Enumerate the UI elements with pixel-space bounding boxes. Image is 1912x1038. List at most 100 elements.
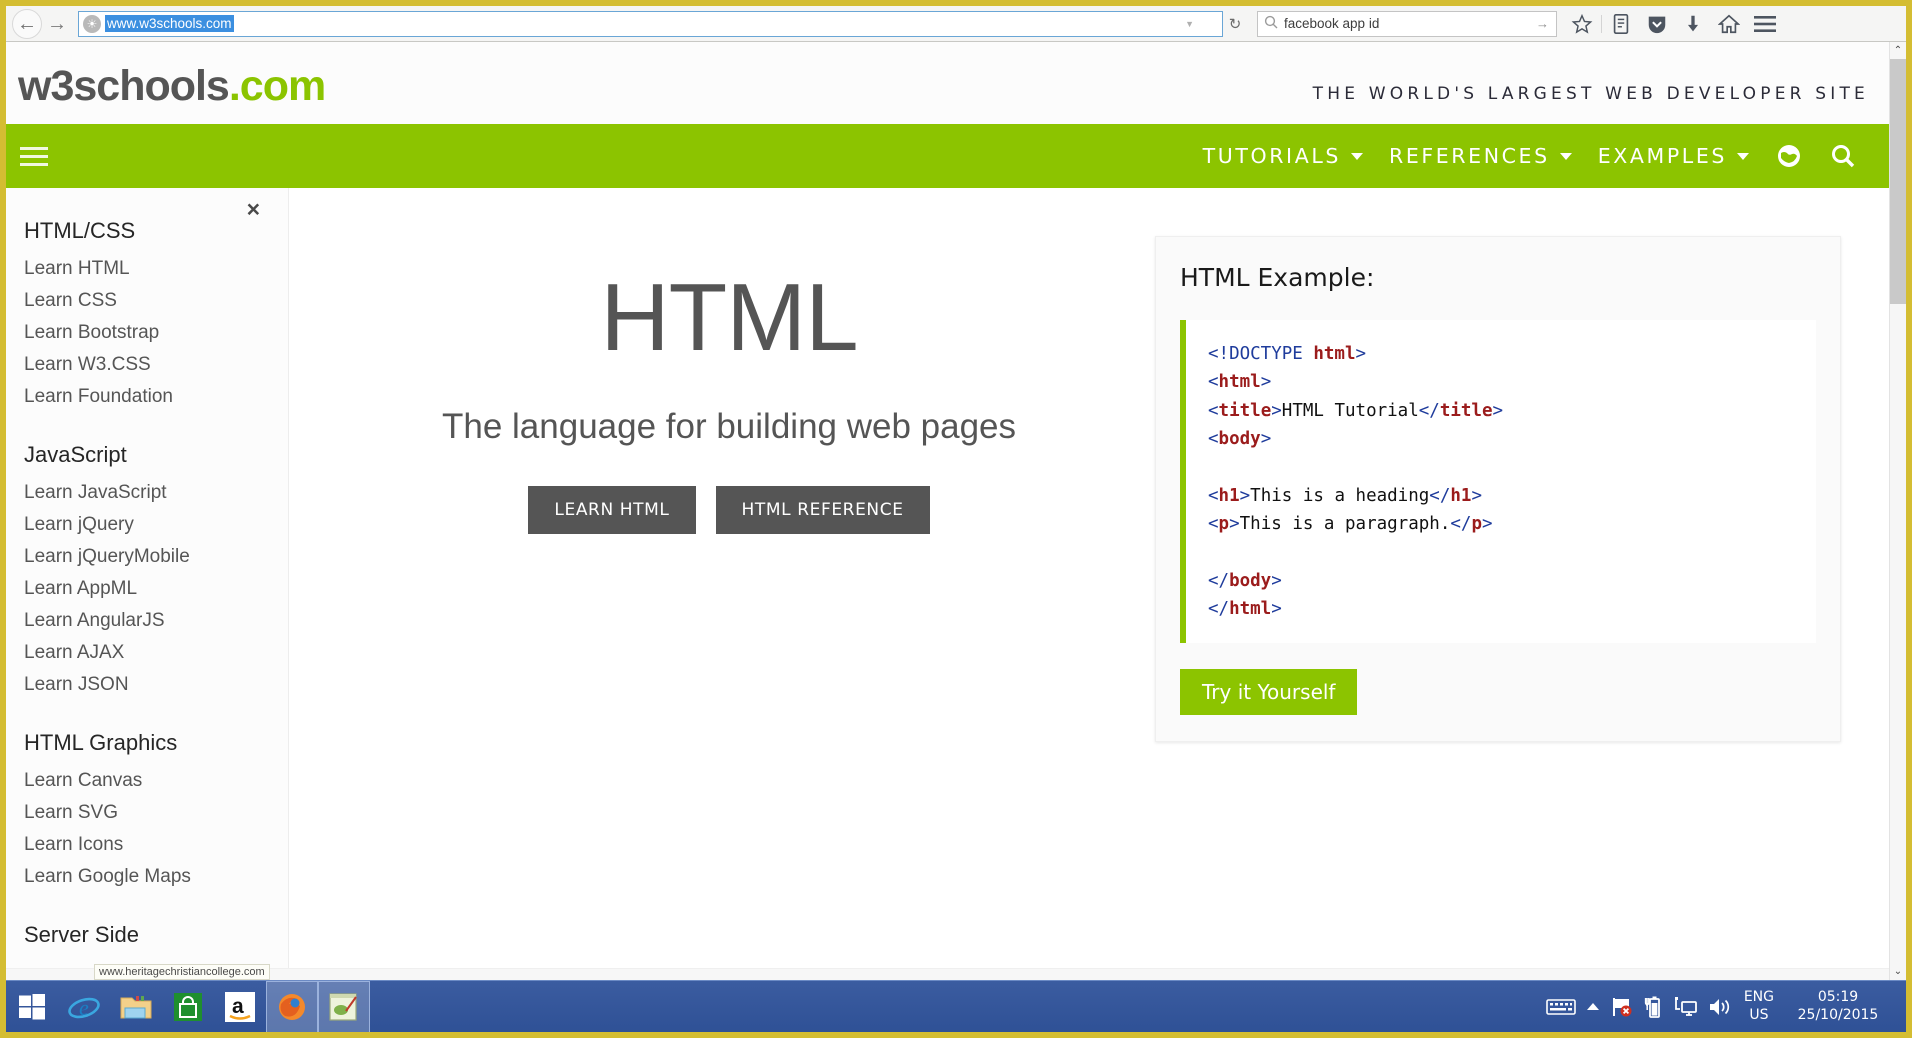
taskbar-tooltip: www.heritagechristiancollege.com — [94, 964, 270, 980]
reload-icon[interactable]: ↻ — [1223, 15, 1247, 33]
try-it-yourself-button[interactable]: Try it Yourself — [1180, 669, 1358, 716]
search-input[interactable]: facebook app id — [1284, 16, 1379, 31]
globe-icon: ☀ — [83, 14, 101, 33]
nav-item-references[interactable]: REFERENCES — [1363, 144, 1572, 168]
search-icon — [1264, 15, 1278, 32]
sidebar-item-learn-json[interactable]: Learn JSON — [24, 670, 288, 700]
search-icon[interactable] — [1829, 142, 1857, 170]
language-indicator[interactable]: ENG US — [1744, 989, 1774, 1025]
sidebar-item-learn-w3css[interactable]: Learn W3.CSS — [24, 350, 288, 380]
sidebar-item-learn-jquerymobile[interactable]: Learn jQueryMobile — [24, 542, 288, 572]
url-input[interactable]: www.w3schools.com — [105, 15, 234, 32]
clock-date: 25/10/2015 — [1797, 1006, 1879, 1023]
sidebar-item-learn-google-maps[interactable]: Learn Google Maps — [24, 862, 288, 892]
arrow-right-icon[interactable]: → — [1536, 16, 1549, 31]
hamburger-menu-icon[interactable] — [20, 146, 54, 166]
page-content: w3schools.com THE WORLD'S LARGEST WEB DE… — [6, 42, 1889, 980]
menu-hamburger-icon[interactable] — [1748, 9, 1782, 39]
system-tray: ENG US 05:19 25/10/2015 — [1546, 981, 1906, 1032]
browser-toolbar: ← → ☀ www.w3schools.com ▼ ↻ facebook app… — [6, 6, 1906, 42]
nav-item-label: TUTORIALS — [1202, 144, 1341, 168]
bookmark-star-icon[interactable] — [1565, 9, 1599, 39]
internet-explorer-icon[interactable]: www.heritagechristiancollege.com e — [58, 964, 270, 1032]
page-viewport: w3schools.com THE WORLD'S LARGEST WEB DE… — [6, 42, 1906, 980]
windows-start-icon[interactable] — [6, 981, 58, 1032]
scroll-down-arrow-icon[interactable]: ⌄ — [1890, 963, 1906, 980]
clock[interactable]: 05:19 25/10/2015 — [1784, 989, 1892, 1025]
language-line-2: US — [1749, 1006, 1769, 1023]
svg-text:a: a — [232, 995, 244, 1018]
firefox-icon[interactable] — [266, 981, 318, 1032]
chevron-up-icon[interactable] — [1586, 1001, 1600, 1013]
sidebar-item-learn-appml[interactable]: Learn AppML — [24, 574, 288, 604]
hero-button-group: LEARN HTML HTML REFERENCE — [329, 486, 1129, 535]
scroll-up-arrow-icon[interactable]: ⌃ — [1890, 42, 1906, 59]
sidebar-group-title-server-side: Server Side — [24, 922, 139, 947]
file-explorer-icon[interactable] — [110, 981, 162, 1032]
sidebar-item-learn-jquery[interactable]: Learn jQuery — [24, 510, 288, 540]
sidebar-item-learn-icons[interactable]: Learn Icons — [24, 830, 288, 860]
back-arrow-icon[interactable]: ← — [12, 8, 42, 39]
address-bar[interactable]: ☀ www.w3schools.com ▼ — [78, 10, 1223, 37]
nav-item-label: REFERENCES — [1388, 144, 1550, 168]
learn-html-button[interactable]: LEARN HTML — [528, 486, 696, 535]
hero-text-block: HTML The language for building web pages… — [329, 228, 1129, 535]
sidebar-group-title-javascript: JavaScript — [24, 442, 127, 467]
toolbar-icon-group — [1565, 9, 1782, 39]
amazon-icon[interactable]: a — [214, 981, 266, 1032]
hero-subtitle: The language for building web pages — [441, 406, 1017, 446]
page-main: × HTML/CSS Learn HTML Learn CSS Learn Bo… — [6, 188, 1889, 968]
sidebar-item-learn-svg[interactable]: Learn SVG — [24, 798, 288, 828]
home-icon[interactable] — [1712, 9, 1746, 39]
sidebar-item-learn-ajax[interactable]: Learn AJAX — [24, 638, 288, 668]
navbar-items: TUTORIALS REFERENCES EXAMPLES — [1177, 124, 1857, 188]
reader-list-icon[interactable] — [1604, 9, 1638, 39]
flag-alert-icon[interactable] — [1610, 995, 1634, 1019]
language-line-1: ENG — [1743, 988, 1774, 1005]
network-monitor-icon[interactable] — [1674, 996, 1698, 1018]
logo-main-text: w3schools — [18, 62, 230, 110]
logo-tld-text: .com — [228, 62, 326, 110]
main-navbar: TUTORIALS REFERENCES EXAMPLES — [6, 124, 1889, 188]
keyboard-icon[interactable] — [1546, 997, 1576, 1017]
downloads-arrow-icon[interactable] — [1676, 9, 1710, 39]
globe-icon[interactable] — [1775, 142, 1803, 170]
hero-section: HTML The language for building web pages… — [289, 188, 1889, 968]
scrollbar-thumb[interactable] — [1890, 59, 1906, 304]
forward-arrow-icon[interactable]: → — [42, 9, 72, 39]
pocket-shield-icon[interactable] — [1640, 9, 1674, 39]
site-logo[interactable]: w3schools.com — [18, 62, 326, 111]
sidebar-item-learn-javascript[interactable]: Learn JavaScript — [24, 478, 288, 508]
toolbar-divider — [1601, 14, 1602, 33]
battery-icon[interactable] — [1644, 995, 1664, 1019]
notepad-app-icon[interactable] — [318, 981, 370, 1032]
close-icon[interactable]: × — [247, 198, 260, 221]
nav-item-examples[interactable]: EXAMPLES — [1572, 144, 1749, 168]
site-header: w3schools.com THE WORLD'S LARGEST WEB DE… — [6, 42, 1889, 124]
svg-text:e: e — [79, 995, 89, 1020]
windows-taskbar: www.heritagechristiancollege.com e a ENG… — [6, 964, 1906, 1032]
microsoft-store-icon[interactable] — [162, 981, 214, 1032]
sidebar-item-learn-foundation[interactable]: Learn Foundation — [24, 382, 288, 412]
page-title: HTML — [600, 264, 858, 371]
code-text: <!DOCTYPE html> <html> <title>HTML Tutor… — [1208, 344, 1504, 620]
volume-icon[interactable] — [1708, 996, 1734, 1018]
sidebar-item-learn-bootstrap[interactable]: Learn Bootstrap — [24, 318, 288, 348]
chevron-down-icon — [1737, 152, 1749, 160]
code-block: <!DOCTYPE html> <html> <title>HTML Tutor… — [1180, 320, 1816, 644]
sidebar-item-learn-canvas[interactable]: Learn Canvas — [24, 766, 288, 796]
clock-time: 05:19 — [1817, 988, 1859, 1005]
chevron-down-icon — [1350, 152, 1363, 160]
sidebar-item-learn-angularjs[interactable]: Learn AngularJS — [24, 606, 288, 636]
sidebar-item-learn-html[interactable]: Learn HTML — [24, 254, 288, 284]
sidebar-group-title-html-graphics: HTML Graphics — [24, 730, 178, 755]
search-bar[interactable]: facebook app id → — [1257, 10, 1557, 37]
sidebar-item-learn-css[interactable]: Learn CSS — [24, 286, 288, 316]
chevron-down-icon[interactable]: ▼ — [1185, 19, 1194, 29]
html-reference-button[interactable]: HTML REFERENCE — [715, 486, 930, 535]
sidebar: × HTML/CSS Learn HTML Learn CSS Learn Bo… — [6, 188, 289, 968]
chevron-down-icon — [1559, 152, 1572, 160]
nav-item-label: EXAMPLES — [1597, 144, 1727, 168]
nav-item-tutorials[interactable]: TUTORIALS — [1177, 144, 1363, 168]
vertical-scrollbar[interactable]: ⌃ ⌄ — [1889, 42, 1906, 980]
